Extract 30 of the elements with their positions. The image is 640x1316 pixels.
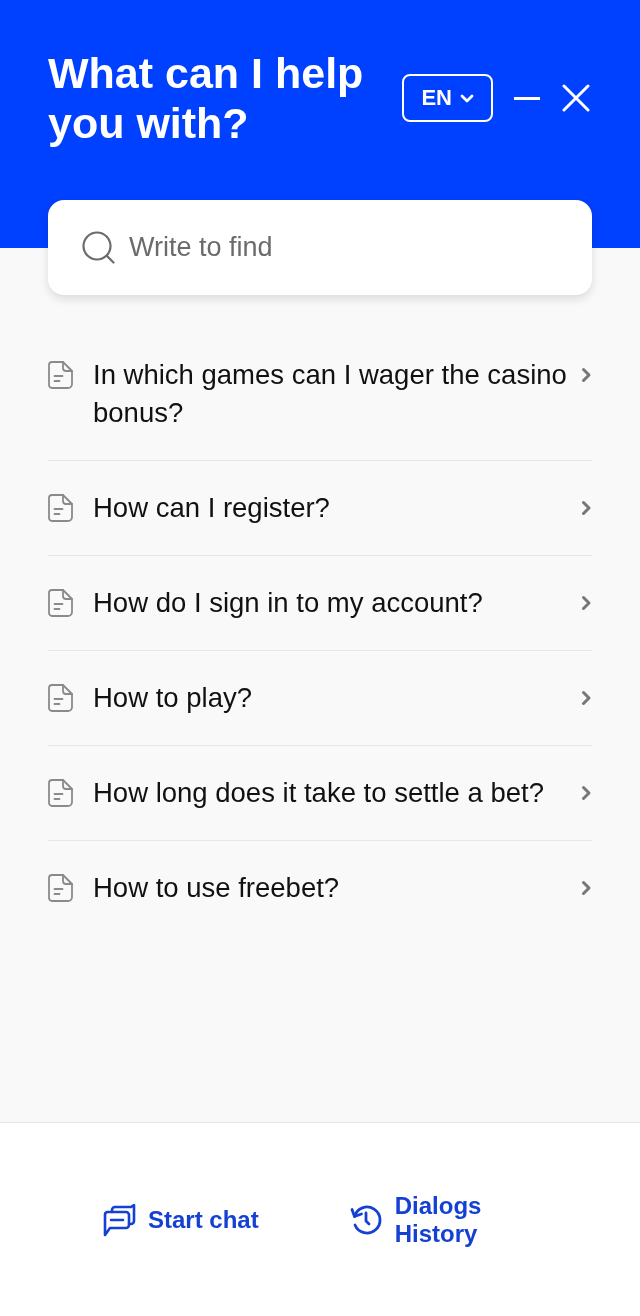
- faq-item[interactable]: How to play?: [48, 651, 592, 746]
- start-chat-button[interactable]: Start chat: [102, 1202, 259, 1237]
- search-icon: [82, 231, 115, 264]
- document-icon: [48, 361, 73, 389]
- chevron-right-icon: [581, 785, 592, 801]
- faq-item[interactable]: How can I register?: [48, 461, 592, 556]
- language-select[interactable]: EN: [402, 74, 493, 122]
- close-icon: [562, 84, 590, 112]
- minimize-icon: [514, 96, 540, 100]
- close-button[interactable]: [562, 83, 590, 113]
- chevron-right-icon: [581, 367, 592, 383]
- document-icon: [48, 874, 73, 902]
- chevron-right-icon: [581, 500, 592, 516]
- chevron-right-icon: [581, 690, 592, 706]
- faq-item[interactable]: How do I sign in to my account?: [48, 556, 592, 651]
- chevron-right-icon: [581, 880, 592, 896]
- faq-item[interactable]: How to use freebet?: [48, 841, 592, 936]
- document-icon: [48, 684, 73, 712]
- search-field[interactable]: Write to find: [48, 200, 592, 295]
- faq-item[interactable]: How long does it take to settle a bet?: [48, 746, 592, 841]
- dialogs-history-button[interactable]: Dialogs History: [348, 1191, 491, 1248]
- document-icon: [48, 494, 73, 522]
- search-input[interactable]: Write to find: [129, 227, 562, 268]
- faq-item[interactable]: In which games can I wager the casino bonus?: [48, 328, 592, 461]
- chevron-right-icon: [581, 595, 592, 611]
- chevron-down-icon: [460, 93, 474, 103]
- document-icon: [48, 589, 73, 617]
- document-icon: [48, 779, 73, 807]
- chat-bubbles-icon: [102, 1202, 136, 1237]
- header-title: What can I help you with?: [48, 48, 365, 148]
